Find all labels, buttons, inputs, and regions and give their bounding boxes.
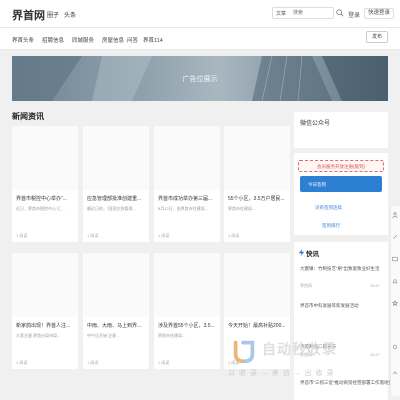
flash-icon: [298, 249, 305, 256]
news-thumbnail[interactable]: [224, 126, 290, 190]
flash-item[interactable]: 界首市“三抓三促”推动商贸经营部署工作落地见效: [300, 380, 398, 386]
wechat-box: 微信公众号: [294, 112, 388, 148]
user-icon[interactable]: [392, 212, 398, 218]
theme-icon[interactable]: [392, 344, 398, 350]
banner-label: 广告位展示: [182, 76, 218, 83]
flash-time: 15.27: [370, 283, 381, 288]
star-icon[interactable]: [392, 300, 398, 306]
news-title[interactable]: 界首市税控中心举办“...: [16, 195, 76, 202]
bell-icon[interactable]: [392, 278, 398, 284]
search-box[interactable]: 文章: [272, 7, 334, 19]
signin-rank-link[interactable]: 签到排行: [322, 223, 340, 229]
news-title[interactable]: 界首市成功举办第三届...: [158, 195, 218, 202]
cat-local-services[interactable]: 同城服务: [72, 36, 94, 44]
news-thumbnail[interactable]: [83, 126, 149, 190]
cat-114[interactable]: 界首114: [143, 36, 163, 44]
message-icon[interactable]: [392, 256, 398, 262]
search-icon[interactable]: [336, 9, 344, 17]
news-desc: 最近日前，“国家应急管理...: [87, 206, 136, 211]
news-title[interactable]: 应急管理部批准创建重...: [87, 195, 147, 202]
news-section-title: 新闻资讯: [12, 112, 44, 121]
search-input[interactable]: [293, 9, 325, 17]
site-logo[interactable]: 界首网: [12, 7, 45, 23]
news-thumbnail[interactable]: [224, 253, 290, 317]
news-card[interactable]: 界首市税控中心举办“... 近日，界首市税控中心“汇... 1 阅读: [12, 126, 78, 242]
cat-qa[interactable]: 问答: [127, 36, 138, 44]
news-thumbnail[interactable]: [154, 126, 220, 190]
news-thumbnail[interactable]: [83, 253, 149, 317]
news-desc: 近日，界首市税控中心“汇...: [16, 206, 65, 211]
back-to-top-icon[interactable]: [392, 370, 398, 376]
publish-button[interactable]: 发布: [366, 31, 388, 43]
news-views: 1 阅读: [87, 233, 99, 238]
ad-banner[interactable]: 广告位展示: [12, 56, 388, 101]
nav-headlines[interactable]: 头条: [64, 10, 76, 19]
news-desc: 中午后开始 注意...: [87, 333, 120, 338]
news-views: 1 阅读: [158, 233, 170, 238]
wechat-title: 微信公众号: [300, 121, 331, 127]
watermark-text: 自动秒收录: [262, 341, 337, 357]
news-title[interactable]: 新家鸽出现！界首人注...: [16, 322, 76, 329]
signin-streak-text: 没有签到连续: [315, 205, 342, 210]
news-card[interactable]: 界首市成功举办第三届... 8月12日，由界首市住建局... 1 阅读: [154, 126, 220, 242]
flash-source: 界首网: [300, 283, 312, 288]
news-card[interactable]: 中雨、大雨、马上到界... 中午后开始 注意... 1 阅读: [83, 253, 149, 369]
watermark-logo-icon: [233, 340, 255, 364]
flash-item[interactable]: 界首市中科发展等新发展活动: [300, 303, 359, 309]
flash-item[interactable]: 大震镇：竹制技艺“刷”出致富致业好生活: [300, 266, 380, 272]
signin-label[interactable]: 今日签到: [308, 182, 326, 188]
news-thumbnail[interactable]: [12, 126, 78, 190]
category-bar: 界首头条 招聘信息 同城服务 房屋信息 问答 界首114: [0, 28, 400, 50]
search-scope-select[interactable]: 文章: [276, 10, 286, 17]
news-title[interactable]: 今天开始！最高补贴200...: [228, 322, 288, 329]
cat-jobs[interactable]: 招聘信息: [42, 36, 64, 44]
news-thumbnail[interactable]: [154, 253, 220, 317]
news-views: 1 阅读: [158, 360, 170, 365]
news-card[interactable]: 新家鸽出现！界首人注... 大家注意 界首分局市局... 1 阅读: [12, 253, 78, 369]
login-link[interactable]: 登录: [348, 10, 360, 19]
news-desc: 大家注意 界首分局市局...: [16, 333, 61, 338]
news-desc: 界首市住建局...: [158, 333, 186, 338]
news-desc: 界首市住建局...: [228, 206, 256, 211]
top-header: 界首网 圈子 头条 文章 登录 快速登录: [0, 0, 400, 28]
news-desc: 8月12日，由界首市住建局...: [158, 206, 209, 211]
news-title[interactable]: 涉及界首55个小区，3.5...: [158, 322, 218, 329]
news-title[interactable]: 中雨、大雨、马上到界...: [87, 322, 147, 329]
watermark-subtext: 以 收 录 → 来 访 → 出 收 录: [228, 370, 335, 377]
cat-headlines[interactable]: 界首头条: [12, 36, 34, 44]
news-views: 1 阅读: [228, 233, 240, 238]
news-card[interactable]: 应急管理部批准创建重... 最近日前，“国家应急管理... 1 阅读: [83, 126, 149, 242]
nav-circle[interactable]: 圈子: [47, 10, 59, 19]
news-views: 1 阅读: [16, 360, 28, 365]
news-card[interactable]: 55个小区，3.5万户居民... 界首市住建局... 1 阅读: [224, 126, 290, 242]
news-views: 1 阅读: [16, 233, 28, 238]
quick-login-button[interactable]: 快速登录: [364, 8, 394, 19]
flash-news-title: 快讯: [306, 251, 319, 258]
cat-housing[interactable]: 房屋信息: [102, 36, 124, 44]
news-views: 1 阅读: [87, 360, 99, 365]
flash-time: 15.27: [370, 352, 381, 357]
edit-icon[interactable]: [392, 234, 398, 240]
member-notice[interactable]: 会员服务开放注册(版到): [298, 160, 384, 172]
news-thumbnail[interactable]: [12, 253, 78, 317]
news-title[interactable]: 55个小区，3.5万户居民...: [228, 195, 288, 202]
news-card[interactable]: 涉及界首55个小区，3.5... 界首市住建局... 1 阅读: [154, 253, 220, 369]
